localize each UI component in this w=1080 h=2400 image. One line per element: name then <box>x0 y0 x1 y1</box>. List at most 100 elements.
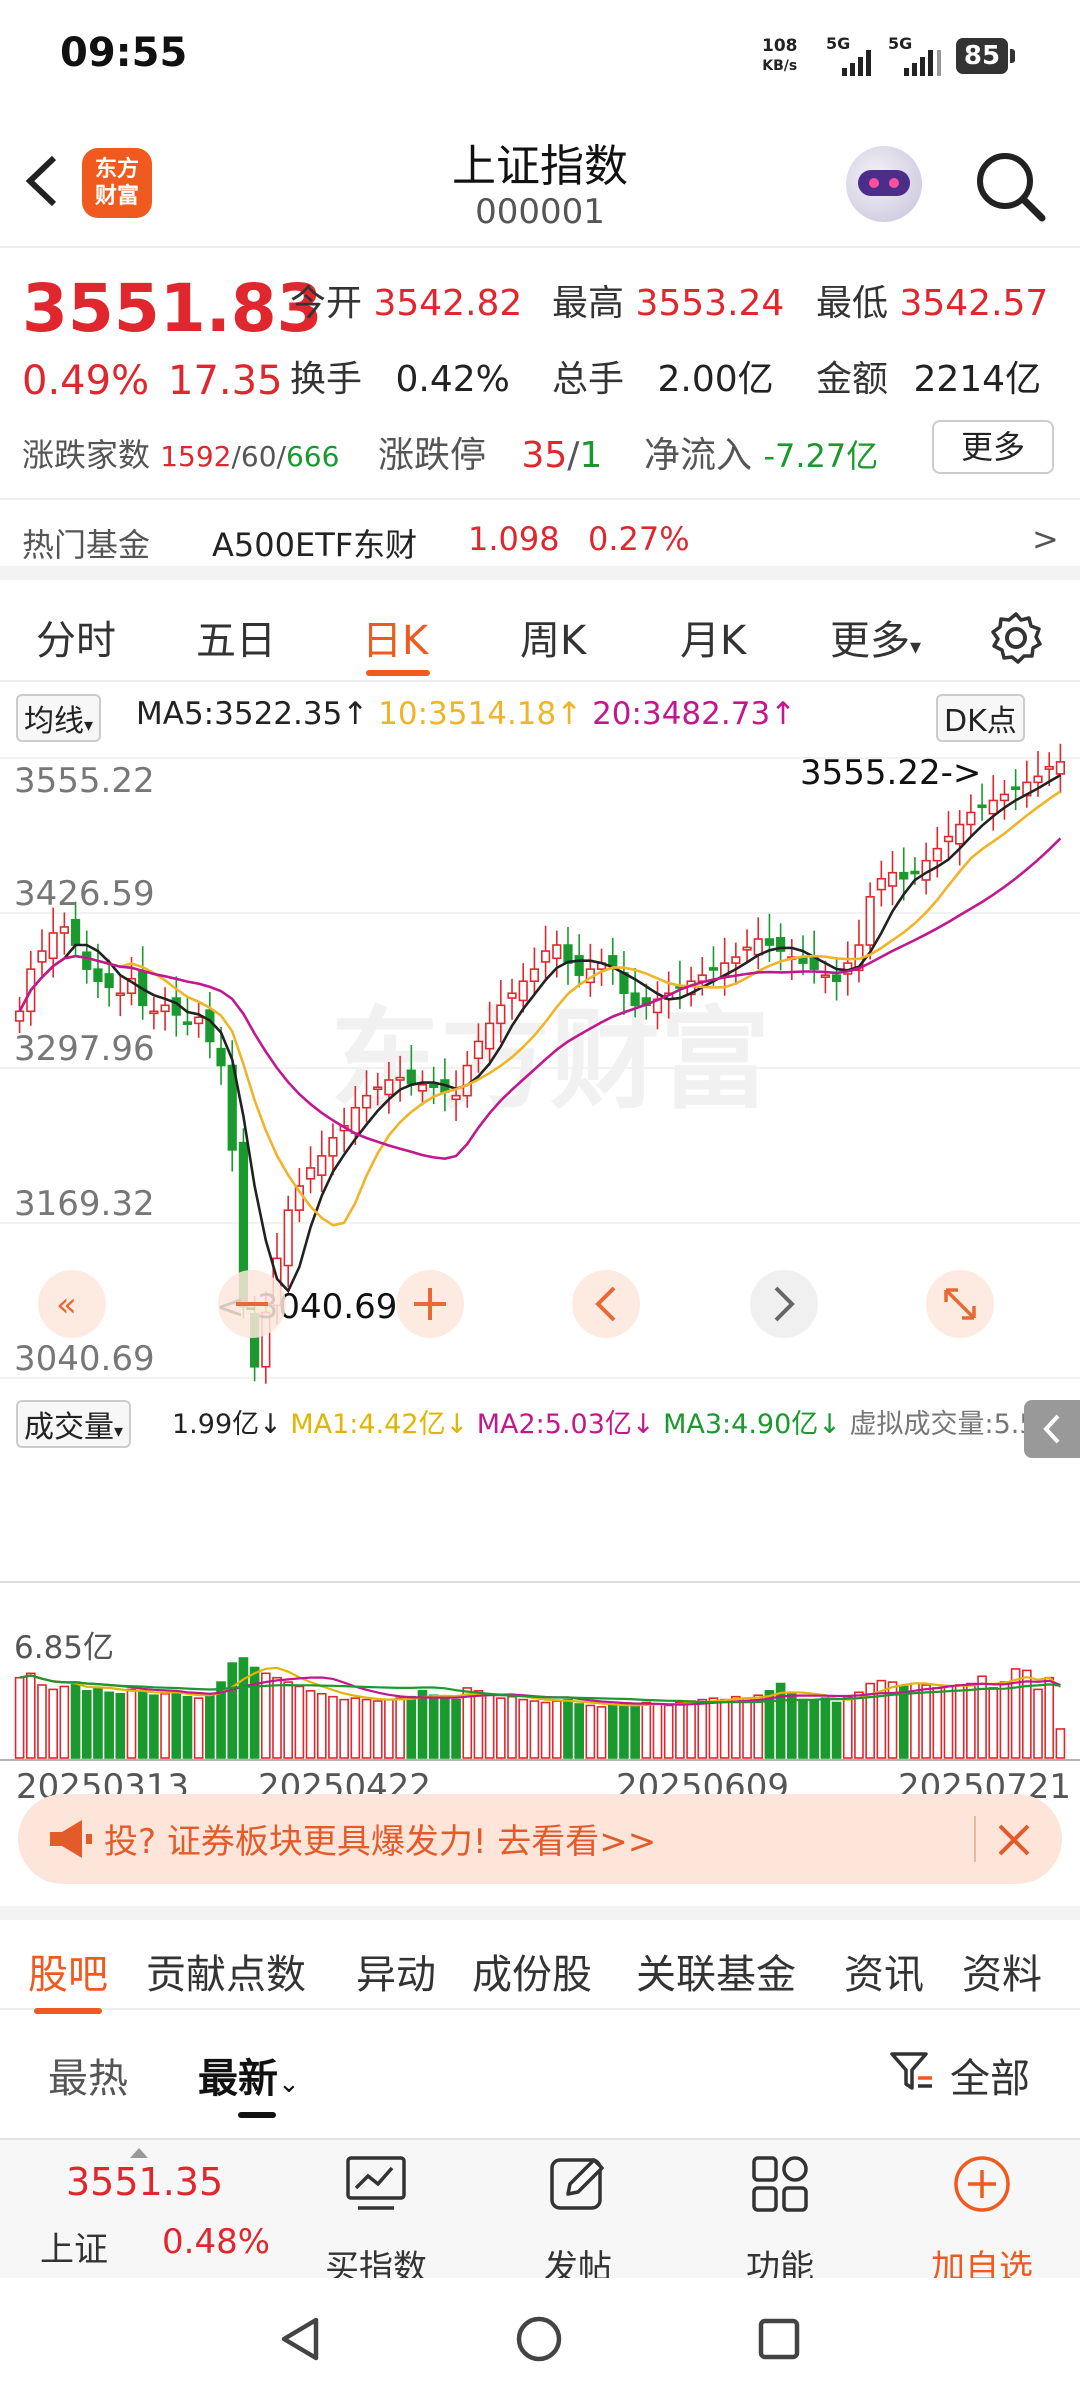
volume-bar <box>25 1672 36 1759</box>
tab-weekly-k[interactable]: 周K <box>520 608 586 666</box>
index-pct: 0.48% <box>162 2222 271 2262</box>
volume-bar <box>395 1697 405 1759</box>
tab-related-funds[interactable]: 关联基金 <box>636 1942 796 2000</box>
chevron-left-icon <box>1043 1414 1060 1444</box>
zoom-nav-controls: « <box>38 1270 994 1338</box>
volume-bar <box>440 1697 450 1759</box>
caret-down-icon: ▾ <box>910 635 922 660</box>
candle-body <box>283 1209 293 1267</box>
high-stat: 最高 3553.24 <box>552 274 784 326</box>
volume-bar <box>384 1698 394 1759</box>
candle-body <box>731 956 741 964</box>
hot-fund-price: 1.098 <box>468 520 560 558</box>
sort-latest[interactable]: 最新⌄ <box>198 2046 300 2104</box>
logo-text-2: 财富 <box>94 184 139 209</box>
pan-left-button[interactable] <box>572 1270 640 1338</box>
candle-body <box>518 980 528 1002</box>
promo-banner[interactable]: 投? 证券板块更具爆发力! 去看看>> <box>18 1794 1062 1884</box>
y-axis-label: 3555.22 <box>14 761 155 801</box>
volume-bar <box>126 1688 137 1759</box>
kline-chart[interactable]: 东方财富 3555.223426.593297.963169.323040.69… <box>0 738 1080 1798</box>
candle-body <box>708 967 719 971</box>
candle-body <box>630 992 640 1007</box>
volume-bar <box>753 1694 764 1759</box>
tab-contribution[interactable]: 贡献点数 <box>146 1942 306 2000</box>
limit-up: 35 <box>521 435 568 476</box>
change-value: 17.35 <box>168 358 283 404</box>
index-price[interactable]: 3551.35 <box>66 2160 223 2204</box>
chevron-down-icon: ⌄ <box>278 2069 300 2099</box>
current-price: 3551.83 <box>22 270 323 347</box>
limit-stat: 涨跌停 35/1 <box>378 426 602 478</box>
limit-down: 1 <box>579 435 603 476</box>
volume-bar <box>272 1676 282 1759</box>
volume-bar <box>831 1701 842 1759</box>
open-stat: 今开 3542.82 <box>290 274 522 326</box>
candle-body <box>876 877 886 891</box>
back-button[interactable] <box>22 150 62 222</box>
tab-monthly-k[interactable]: 月K <box>680 608 746 666</box>
sort-hot[interactable]: 最热 <box>48 2046 128 2104</box>
volume-indicator-button[interactable]: 成交量▾ <box>16 1400 132 1448</box>
volume-bar <box>350 1697 361 1759</box>
tab-daily-k[interactable]: 日K <box>362 608 428 666</box>
more-stats-button[interactable]: 更多 <box>932 420 1054 474</box>
tab-constituents[interactable]: 成份股 <box>472 1942 592 2000</box>
candle-body <box>831 974 842 982</box>
hot-fund-row[interactable]: 热门基金 A500ETF东财 1.098 0.27% > <box>0 502 1080 580</box>
sort-underline <box>238 2112 276 2118</box>
volume-bar <box>596 1706 607 1759</box>
volume-bar <box>943 1685 954 1759</box>
pan-right-button[interactable] <box>750 1270 818 1338</box>
volume-bar <box>574 1703 584 1759</box>
tab-news[interactable]: 资讯 <box>844 1942 924 2000</box>
sort-latest-label: 最新 <box>198 2056 278 2102</box>
turnover-stat: 换手 0.42% <box>290 350 510 402</box>
nav-recents-icon[interactable] <box>756 2316 802 2362</box>
net-speed-value: 108 <box>762 36 798 56</box>
volume-bar <box>81 1690 92 1759</box>
volume-bar <box>820 1697 831 1759</box>
signal-1-icon <box>842 50 871 76</box>
volume-bar <box>249 1666 260 1759</box>
dk-point-button[interactable]: DK点 <box>936 694 1025 742</box>
tab-forum[interactable]: 股吧 <box>28 1942 108 2000</box>
signal-2-icon <box>904 50 941 76</box>
add-circle-icon <box>954 2156 1010 2212</box>
volume-bar <box>462 1687 473 1759</box>
y-axis-label: 3169.32 <box>14 1184 155 1224</box>
close-icon[interactable] <box>992 1818 1036 1862</box>
tab-5day[interactable]: 五日 <box>196 608 276 666</box>
candle-body <box>328 1137 338 1157</box>
system-nav-bar <box>0 2278 1080 2400</box>
volume-bar <box>451 1698 461 1759</box>
kline-tabs: 分时 五日 日K 周K 月K 更多▾ <box>0 594 1080 682</box>
tab-movers[interactable]: 异动 <box>356 1942 436 2000</box>
volume-bar <box>205 1694 215 1759</box>
filter-icon[interactable] <box>888 2048 934 2094</box>
grid-functions-icon <box>752 2156 808 2212</box>
divider <box>974 1816 976 1862</box>
tab-profile[interactable]: 资料 <box>962 1942 1042 2000</box>
volume-bar <box>406 1695 417 1759</box>
settings-gear-icon[interactable] <box>988 610 1044 666</box>
search-icon[interactable] <box>972 148 1048 224</box>
sort-bar: 最热 最新⌄ 全部 <box>0 2010 1080 2138</box>
collapse-panel-button[interactable] <box>1024 1400 1080 1458</box>
candle-body <box>999 793 1010 802</box>
hot-fund-label: 热门基金 <box>22 526 151 564</box>
volume-bar <box>37 1684 47 1759</box>
nav-back-icon[interactable] <box>278 2316 324 2362</box>
volume-bar <box>227 1662 238 1759</box>
candle-body <box>910 870 920 875</box>
y-axis-label: 3426.59 <box>14 874 155 914</box>
tab-intraday[interactable]: 分时 <box>36 608 116 666</box>
nav-home-icon[interactable] <box>514 2314 564 2364</box>
ma-toggle-button[interactable]: 均线▾ <box>16 694 102 742</box>
app-logo: 东方 财富 <box>82 148 152 218</box>
filter-all[interactable]: 全部 <box>950 2046 1030 2104</box>
volume-bar <box>238 1657 249 1759</box>
assistant-robot-icon[interactable] <box>846 146 922 222</box>
change-percent: 0.49% <box>22 358 150 404</box>
tab-more[interactable]: 更多▾ <box>830 608 921 666</box>
